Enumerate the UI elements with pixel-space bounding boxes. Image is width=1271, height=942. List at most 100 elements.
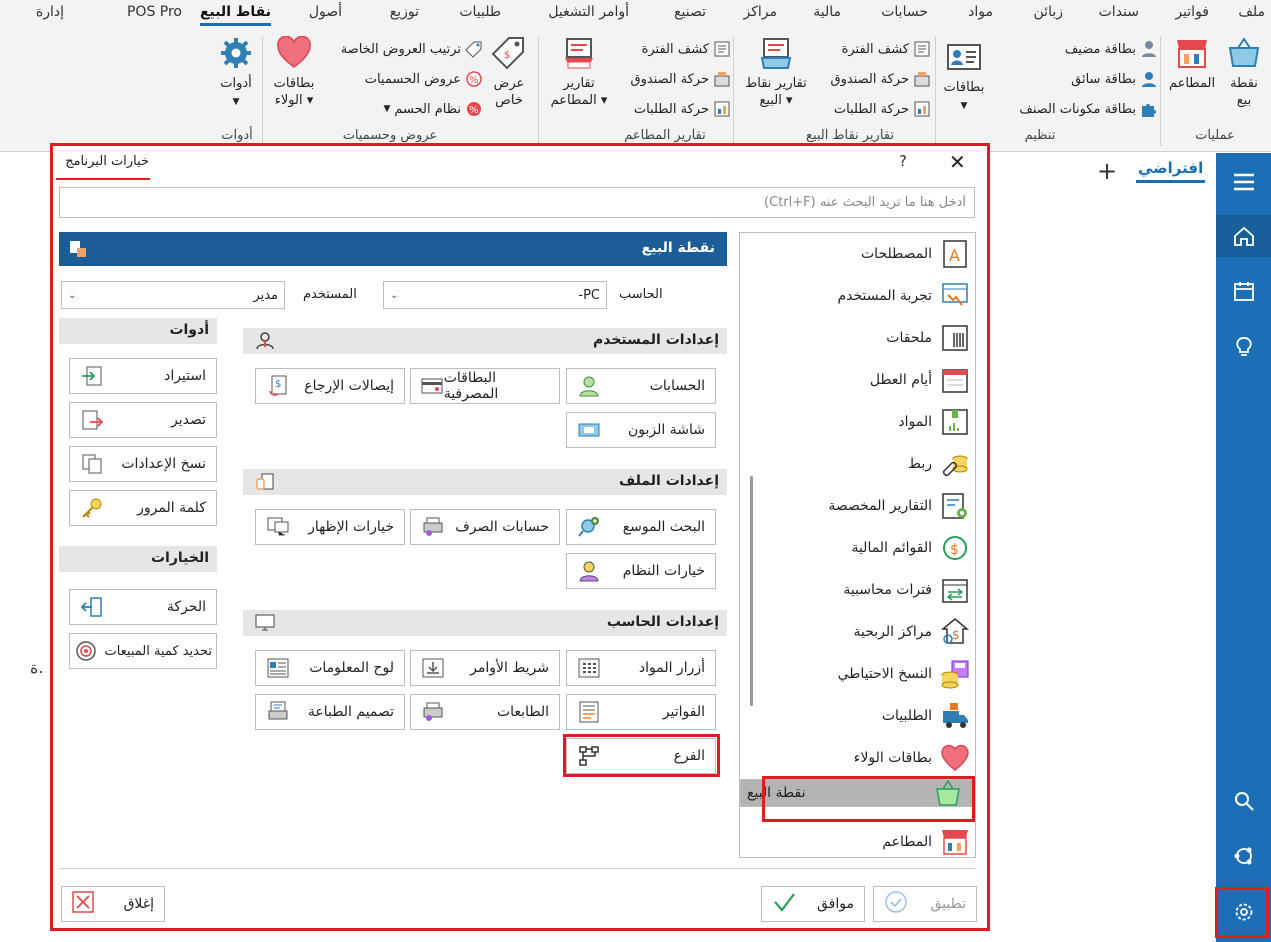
export-button[interactable]: تصدير: [69, 402, 217, 438]
display-options-button[interactable]: خيارات الإظهار: [255, 509, 405, 545]
tools-ribbon-button[interactable]: أدوات ▼: [214, 36, 258, 111]
user-select[interactable]: ⌄ مدير: [61, 281, 285, 309]
menu-button[interactable]: [1216, 161, 1271, 203]
bank-cards-button[interactable]: البطاقات المصرفية: [410, 368, 560, 404]
return-receipts-button[interactable]: إيصالات الإرجاع $: [255, 368, 405, 404]
tab-customers[interactable]: زبائن: [1034, 4, 1063, 20]
search-button[interactable]: [1216, 780, 1271, 822]
search-input[interactable]: [59, 187, 975, 218]
cards-ribbon-button[interactable]: بطاقات ▼: [940, 40, 988, 115]
ok-button[interactable]: موافق: [761, 886, 865, 922]
restaurants-ribbon-button[interactable]: المطاعم: [1166, 36, 1218, 92]
workspace-tab-default[interactable]: افتراضي: [1135, 159, 1206, 183]
tab-manufacturing[interactable]: تصنيع: [674, 4, 706, 20]
invoices-button[interactable]: الفواتير: [566, 694, 716, 730]
computer-select[interactable]: ⌄ -PC: [383, 281, 607, 309]
user-label: المستخدم: [303, 287, 357, 302]
category-accounting-periods[interactable]: فترات محاسبية: [740, 569, 975, 611]
orders-report-icon: [714, 101, 730, 117]
offers-discounts-button[interactable]: عروض الحسميات%: [365, 70, 483, 88]
tab-pos-pro[interactable]: POS Pro: [127, 4, 182, 20]
restaurant-period-statement-button[interactable]: كشف الفترة: [642, 40, 731, 58]
guest-card-button[interactable]: بطاقة مضيف: [1065, 40, 1158, 58]
special-offer-ribbon-button[interactable]: $ عرض خاص: [486, 36, 532, 109]
item-buttons-button[interactable]: أزرار المواد: [566, 650, 716, 686]
tips-button[interactable]: [1216, 326, 1271, 368]
category-backup[interactable]: النسخ الاحتياطي: [740, 653, 975, 695]
tab-admin[interactable]: إدارة: [36, 4, 64, 20]
discount-system-button[interactable]: ▼ نظام الحسم%: [383, 100, 483, 118]
pos-cash-movement-button[interactable]: حركة الصندوق: [831, 70, 931, 88]
category-restaurants[interactable]: المطاعم: [740, 821, 975, 857]
calendar-icon: [938, 363, 972, 397]
item-components-card-button[interactable]: بطاقة مكونات الصنف: [1019, 100, 1158, 118]
category-loyalty-cards[interactable]: بطاقات الولاء: [740, 737, 975, 779]
expense-accounts-button[interactable]: حسابات الصرف: [410, 509, 560, 545]
close-button[interactable]: ✕: [949, 150, 966, 174]
pos-orders-movement-button[interactable]: حركة الطلبات: [834, 100, 931, 118]
right-sidebar: [1216, 153, 1271, 942]
customer-screen-button[interactable]: شاشة الزبون: [566, 412, 716, 448]
movement-button[interactable]: الحركة: [69, 589, 217, 625]
tab-assets[interactable]: أصول: [309, 4, 342, 20]
custom-offers-order-button[interactable]: ترتيب العروض الخاصة: [341, 40, 483, 58]
tab-orders[interactable]: طلبيات: [459, 4, 501, 20]
import-button[interactable]: استيراد: [69, 358, 217, 394]
tab-vouchers[interactable]: سندات: [1099, 4, 1139, 20]
category-orders[interactable]: الطلبيات: [740, 695, 975, 737]
ribbon-separator: [1160, 36, 1161, 146]
tab-distribution[interactable]: توزيع: [390, 4, 419, 20]
driver-card-button[interactable]: بطاقة سائق: [1071, 70, 1158, 88]
loyalty-cards-ribbon-label: بطاقات الولاء ▾: [273, 76, 315, 108]
tab-finance[interactable]: مالية: [813, 4, 841, 20]
sales-quantity-button[interactable]: تحديد كمية المبيعات: [69, 633, 217, 669]
tab-centers[interactable]: مراكز: [743, 4, 777, 20]
system-options-button[interactable]: خيارات النظام: [566, 553, 716, 589]
calendar-button[interactable]: [1216, 270, 1271, 312]
loyalty-cards-ribbon-button[interactable]: بطاقات الولاء ▾: [268, 36, 320, 109]
category-linking[interactable]: ربط: [740, 443, 975, 485]
computer-settings-section: إعدادات الحاسب: [243, 610, 727, 636]
category-financial-statements[interactable]: $ القوائم المالية: [740, 527, 975, 569]
accounts-button[interactable]: الحسابات: [566, 368, 716, 404]
pos-period-statement-button[interactable]: كشف الفترة: [842, 40, 931, 58]
pos-reports-ribbon-button[interactable]: تقارير نقاط البيع ▾: [740, 36, 812, 109]
restaurant-orders-movement-button[interactable]: حركة الطلبات: [634, 100, 731, 118]
dialog-close-button[interactable]: إغلاق: [61, 886, 165, 922]
command-bar-button[interactable]: شريط الأوامر: [410, 650, 560, 686]
category-attachments[interactable]: ملحقات: [740, 317, 975, 359]
help-button[interactable]: ?: [899, 152, 907, 170]
print-design-button[interactable]: تصميم الطباعة: [255, 694, 405, 730]
apply-button[interactable]: تطبيق: [873, 886, 977, 922]
restaurant-cash-movement-button[interactable]: حركة الصندوق: [631, 70, 731, 88]
category-label: تجربة المستخدم: [837, 288, 932, 304]
tab-pos[interactable]: نقاط البيع: [199, 4, 272, 26]
category-scrollbar[interactable]: [750, 476, 753, 706]
category-terms[interactable]: A المصطلحات: [740, 233, 975, 275]
category-profit-centers[interactable]: $ مراكز الربحية: [740, 611, 975, 653]
tools-section-title: أدوات: [169, 322, 209, 338]
info-panel-button[interactable]: لوح المعلومات: [255, 650, 405, 686]
chevron-down-icon: ▼: [960, 101, 968, 111]
password-button[interactable]: كلمة المرور: [69, 490, 217, 526]
tab-accounts[interactable]: حسابات: [881, 4, 928, 20]
tab-materials[interactable]: مواد: [968, 4, 993, 20]
printers-button[interactable]: الطابعات: [410, 694, 560, 730]
tab-work-orders[interactable]: أوامر التشغيل: [548, 4, 629, 20]
add-tab-button[interactable]: +: [1097, 157, 1117, 185]
category-label: بطاقات الولاء: [853, 750, 932, 766]
tab-file[interactable]: ملف: [1238, 4, 1265, 20]
tab-invoices[interactable]: فواتير: [1175, 4, 1209, 20]
connections-button[interactable]: [1216, 835, 1271, 877]
category-user-experience[interactable]: تجربة المستخدم: [740, 275, 975, 317]
check-icon: [772, 891, 796, 917]
advanced-search-button[interactable]: البحث الموسع: [566, 509, 716, 545]
copy-settings-button[interactable]: نسخ الإعدادات: [69, 446, 217, 482]
pos-ribbon-button[interactable]: نقطة بيع: [1222, 36, 1266, 109]
restaurant-reports-ribbon-button[interactable]: تقارير المطاعم ▾: [548, 36, 610, 109]
category-materials[interactable]: المواد: [740, 401, 975, 443]
category-custom-reports[interactable]: التقارير المخصصة: [740, 485, 975, 527]
home-button[interactable]: [1216, 215, 1271, 257]
category-holidays[interactable]: أيام العطل: [740, 359, 975, 401]
category-list: A المصطلحات تجربة المستخدم ملحقات أيام العطل…: [739, 232, 976, 858]
